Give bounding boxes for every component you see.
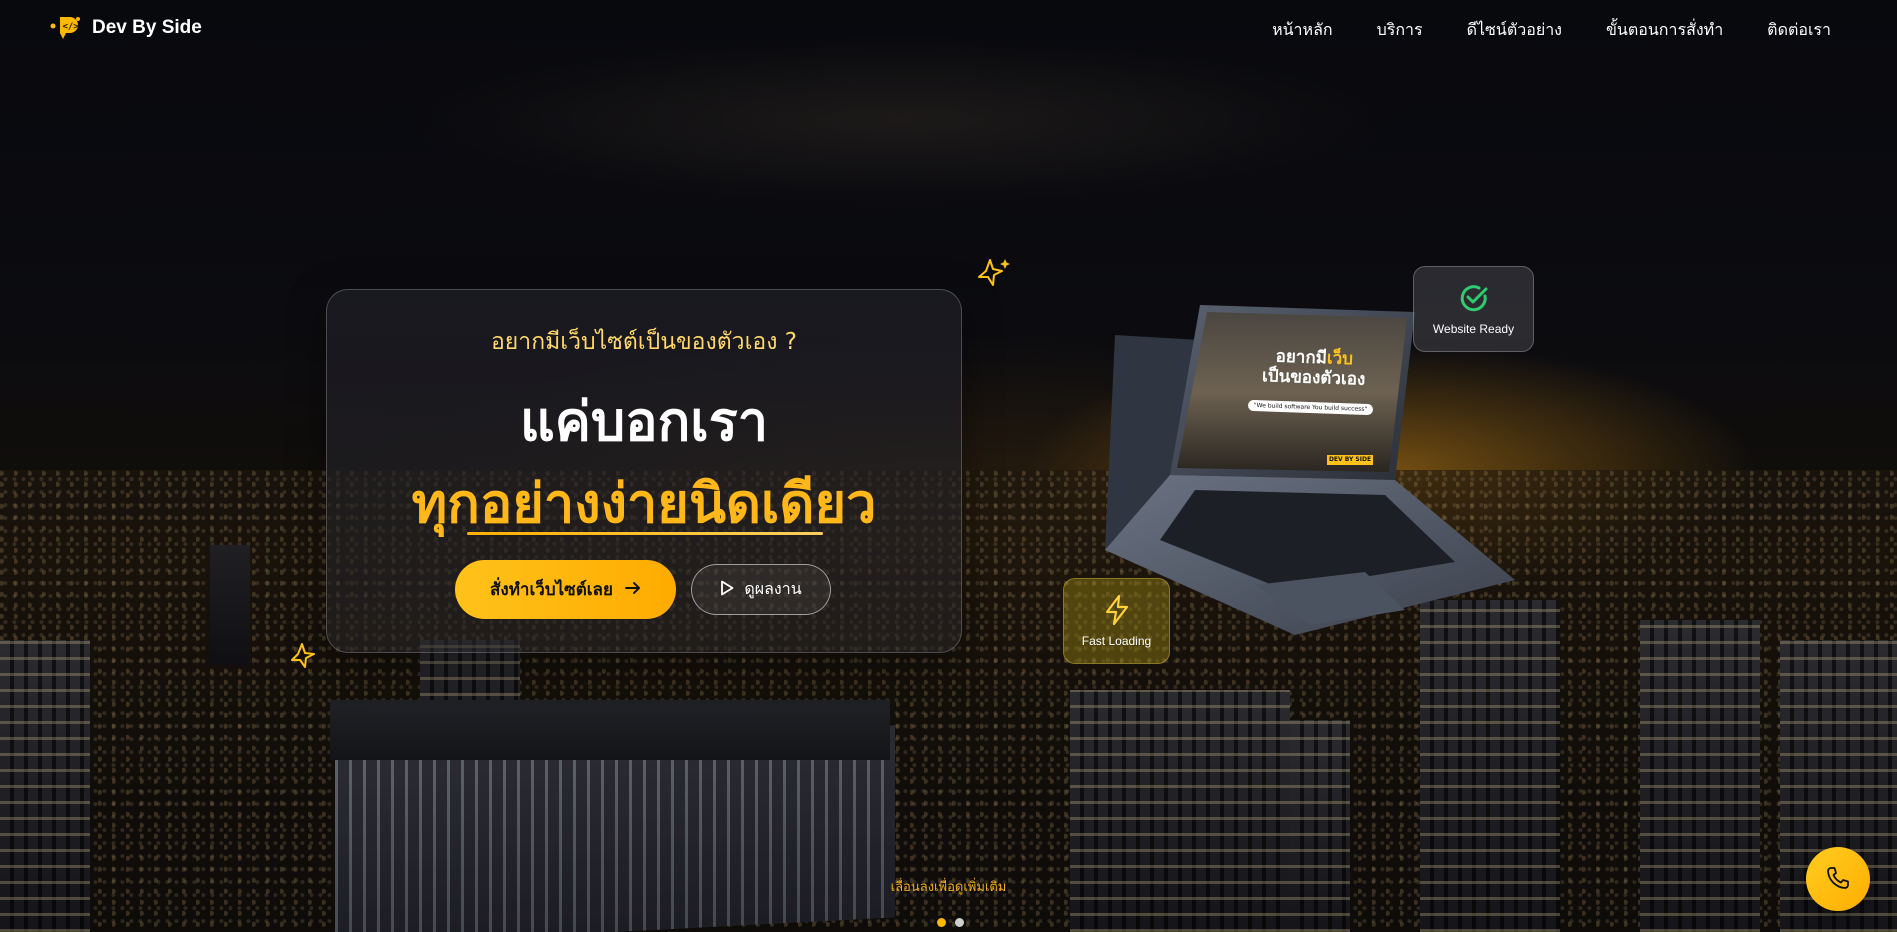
- call-button[interactable]: [1806, 847, 1870, 911]
- website-ready-label: Website Ready: [1432, 322, 1515, 336]
- view-portfolio-label: ดูผลงาน: [744, 579, 802, 598]
- main-nav: หน้าหลัก บริการ ดีไซน์ตัวอย่าง ขั้นตอนกา…: [1272, 18, 1831, 43]
- code-pin-icon: </>: [46, 13, 82, 43]
- view-portfolio-button[interactable]: ดูผลงาน: [691, 564, 831, 615]
- order-website-button[interactable]: สั่งทำเว็บไซต์เลย: [455, 560, 676, 619]
- nav-sample-designs[interactable]: ดีไซน์ตัวอย่าง: [1467, 18, 1562, 43]
- website-ready-badge: Website Ready: [1413, 266, 1534, 352]
- order-website-label: สั่งทำเว็บไซต์เลย: [490, 580, 613, 600]
- sparkle-icon: [290, 640, 322, 676]
- fast-loading-label: Fast Loading: [1081, 634, 1152, 648]
- phone-icon: [1825, 865, 1851, 894]
- nav-contact[interactable]: ติดต่อเรา: [1767, 18, 1831, 43]
- nav-order-process[interactable]: ขั้นตอนการสั่งทำ: [1606, 18, 1723, 43]
- arrow-right-icon: [624, 580, 641, 600]
- lightning-icon: [1102, 594, 1132, 630]
- hero-card: อยากมีเว็บไซต์เป็นของตัวเอง ? แค่บอกเรา …: [326, 289, 962, 653]
- carousel-indicators: [937, 918, 964, 927]
- laptop-screen-headline: อยากมีเว็บ เป็นของตัวเอง: [1261, 346, 1366, 390]
- nav-services[interactable]: บริการ: [1377, 18, 1423, 43]
- scroll-hint[interactable]: เลื่อนลงเพื่อดูเพิ่มเติม: [0, 876, 1897, 897]
- play-icon: [720, 580, 734, 600]
- check-circle-icon: [1458, 282, 1490, 318]
- carousel-dot[interactable]: [937, 918, 946, 927]
- title-underline: [467, 532, 823, 535]
- fast-loading-badge: Fast Loading: [1063, 578, 1170, 664]
- brand-name: Dev By Side: [92, 17, 202, 38]
- brand-logo[interactable]: </> Dev By Side: [46, 13, 202, 43]
- sparkle-icon: [976, 256, 1012, 294]
- laptop-screen-brand: DEV BY SIDE: [1327, 455, 1373, 465]
- nav-home[interactable]: หน้าหลัก: [1272, 18, 1333, 43]
- site-header: </> Dev By Side หน้าหลัก บริการ ดีไซน์ตั…: [0, 0, 1897, 60]
- svg-text:</>: </>: [63, 22, 80, 32]
- hero-kicker: อยากมีเว็บไซต์เป็นของตัวเอง ?: [490, 329, 797, 355]
- carousel-dot[interactable]: [955, 918, 964, 927]
- hero-title-line1: แค่บอกเรา: [519, 390, 769, 453]
